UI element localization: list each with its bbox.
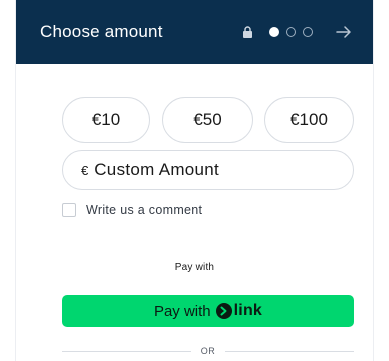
link-logo: link xyxy=(215,302,263,320)
link-wordmark: link xyxy=(233,302,263,319)
pay-with-label: Pay with xyxy=(174,262,215,273)
comment-option[interactable]: Write us a comment xyxy=(62,203,202,217)
or-line-left xyxy=(62,350,191,352)
donation-widget: Choose amount €10 €50 €100 € Write us a … xyxy=(0,0,389,361)
step-dot-2 xyxy=(286,27,296,37)
amount-option-50[interactable]: €50 xyxy=(162,97,253,143)
or-divider: OR xyxy=(62,346,354,356)
step-indicator xyxy=(269,27,313,37)
or-text: OR xyxy=(200,346,216,356)
comment-checkbox[interactable] xyxy=(62,203,76,217)
widget-header: Choose amount xyxy=(16,0,373,64)
step-dot-3 xyxy=(303,27,313,37)
pay-with-link-button[interactable]: Pay with link xyxy=(62,295,354,327)
amount-option-100[interactable]: €100 xyxy=(264,97,354,143)
or-line-right xyxy=(225,350,354,352)
header-title: Choose amount xyxy=(40,22,163,41)
comment-label[interactable]: Write us a comment xyxy=(86,203,202,217)
currency-symbol: € xyxy=(81,162,89,178)
amount-option-10[interactable]: €10 xyxy=(62,97,150,143)
link-arrow-icon xyxy=(215,303,232,319)
link-button-prefix: Pay with xyxy=(153,302,211,320)
custom-amount-input[interactable] xyxy=(94,160,315,180)
step-dot-1 xyxy=(269,27,279,37)
custom-amount-field[interactable]: € xyxy=(62,150,354,190)
arrow-right-icon[interactable] xyxy=(335,23,353,41)
lock-icon xyxy=(242,26,253,38)
